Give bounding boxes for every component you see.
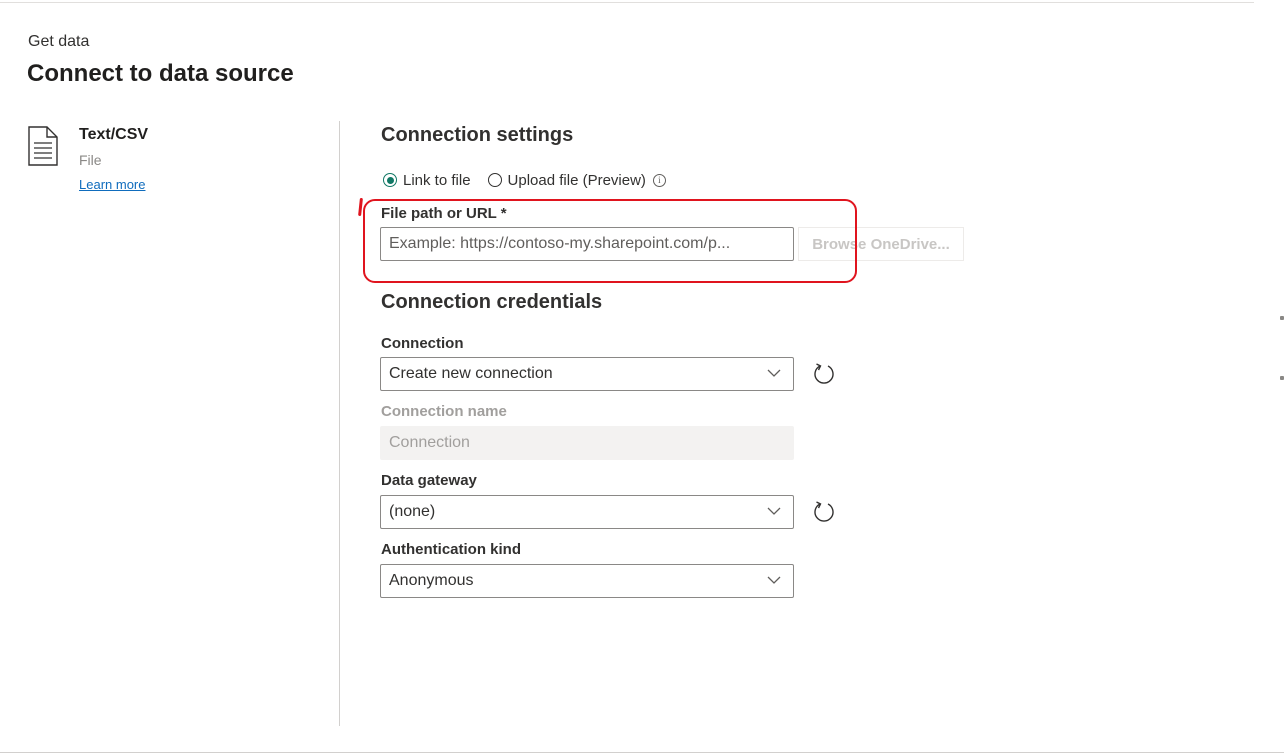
connection-dropdown[interactable]: Create new connection xyxy=(380,357,794,391)
chevron-down-icon xyxy=(767,507,781,515)
annotation-tick xyxy=(358,197,363,217)
connection-label: Connection xyxy=(381,335,464,352)
chevron-down-icon xyxy=(767,369,781,377)
file-path-label: File path or URL * xyxy=(381,205,507,222)
panel-divider xyxy=(339,121,340,726)
connection-credentials-heading: Connection credentials xyxy=(381,291,603,313)
edge-mark xyxy=(1280,376,1284,380)
info-icon[interactable]: i xyxy=(652,173,666,187)
radio-unselected-indicator xyxy=(487,173,502,187)
link-to-file-radio[interactable]: Link to file xyxy=(383,172,471,189)
authentication-kind-label: Authentication kind xyxy=(381,541,521,558)
data-gateway-label: Data gateway xyxy=(381,472,477,489)
connection-name-input[interactable] xyxy=(380,426,794,460)
refresh-gateway-icon[interactable] xyxy=(811,499,837,525)
dialog-pretitle: Get data xyxy=(28,33,90,50)
text-file-icon xyxy=(28,126,58,166)
connector-name: Text/CSV xyxy=(79,126,149,143)
connection-selected-value: Create new connection xyxy=(389,365,553,382)
connection-name-label: Connection name xyxy=(381,403,507,420)
bottom-divider xyxy=(0,752,1284,753)
edge-mark xyxy=(1280,316,1284,320)
chevron-down-icon xyxy=(767,576,781,584)
authentication-kind-dropdown[interactable]: Anonymous xyxy=(380,564,794,598)
auth-selected-value: Anonymous xyxy=(389,572,474,589)
page-title: Connect to data source xyxy=(27,60,294,87)
learn-more-link[interactable]: Learn more xyxy=(79,177,145,192)
upload-file-radio[interactable]: Upload file (Preview) xyxy=(487,171,646,189)
get-data-dialog: Get data Connect to data source Text/CSV… xyxy=(0,0,1284,756)
top-divider xyxy=(0,2,1254,3)
radio-label: Link to file xyxy=(403,171,471,189)
radio-selected-indicator xyxy=(383,173,397,187)
gateway-selected-value: (none) xyxy=(389,503,436,520)
connection-settings-heading: Connection settings xyxy=(381,124,574,146)
browse-onedrive-button[interactable]: Browse OneDrive... xyxy=(798,227,964,261)
radio-label: Upload file (Preview) xyxy=(507,171,646,189)
file-source-radio-group: Link to file Upload file (Preview) i xyxy=(383,170,666,190)
data-gateway-dropdown[interactable]: (none) xyxy=(380,495,794,529)
connector-type: File xyxy=(79,152,102,168)
refresh-connection-icon[interactable] xyxy=(811,361,837,387)
file-path-input[interactable] xyxy=(380,227,794,261)
